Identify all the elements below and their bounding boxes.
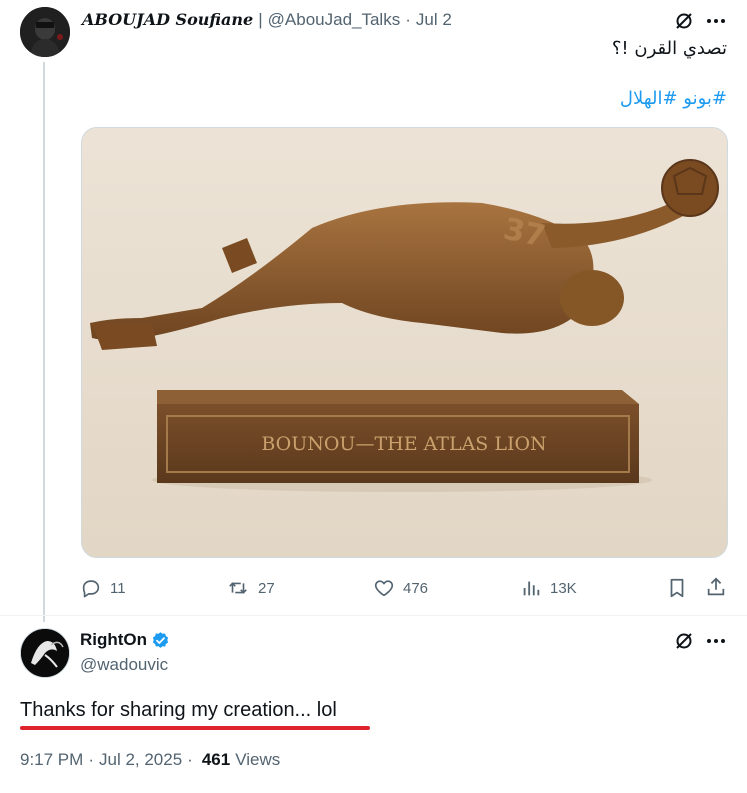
- verified-badge-icon: [152, 631, 169, 648]
- dot-separator: ·: [88, 750, 94, 769]
- tweet-metadata: 9:17 PM · Jul 2, 2025 · 461 Views: [20, 750, 280, 770]
- more-icon[interactable]: [704, 630, 728, 652]
- bookmark-button[interactable]: [667, 577, 687, 599]
- display-name[interactable]: ABOUJAD Soufiane: [82, 10, 253, 29]
- grok-icon[interactable]: [673, 630, 695, 652]
- user-handle[interactable]: @wadouvic: [80, 655, 168, 675]
- dot-separator: ·: [187, 750, 193, 769]
- tweet-divider: [0, 615, 747, 616]
- like-count: 476: [403, 579, 429, 597]
- display-name[interactable]: RightOn: [80, 630, 170, 650]
- tweet-actions-bar: 11 27 476 13K: [0, 573, 747, 601]
- views-count: 461: [201, 750, 231, 769]
- views-count: 13K: [550, 579, 577, 597]
- share-icon: [707, 577, 725, 596]
- retweet-icon: [229, 582, 247, 594]
- reply-button[interactable]: 11: [80, 577, 126, 599]
- grok-icon[interactable]: [673, 10, 695, 32]
- plaque-text: BOUNOU—THE ATLAS LION: [261, 433, 546, 455]
- hashtag-links[interactable]: #بونو #الهلال: [620, 88, 727, 109]
- thread-connector-line: [43, 62, 45, 622]
- more-icon[interactable]: [704, 10, 728, 32]
- tweet-date[interactable]: Jul 2, 2025: [99, 750, 182, 770]
- dot-separator: ·: [405, 10, 411, 29]
- tweet-media-image[interactable]: BOUNOU—THE ATLAS LION 37: [81, 127, 728, 558]
- bookmark-icon: [670, 578, 684, 598]
- views-button[interactable]: 13K: [520, 577, 577, 599]
- tweet-time[interactable]: 9:17 PM: [20, 750, 83, 770]
- red-underline-annotation: [20, 726, 370, 730]
- tweet-text: Thanks for sharing my creation... lol: [20, 699, 337, 721]
- tweet-text: تصدي القرن !؟: [611, 38, 727, 59]
- avatar[interactable]: [20, 7, 70, 57]
- reply-icon: [82, 580, 100, 598]
- retweet-count: 27: [258, 579, 275, 597]
- avatar[interactable]: [20, 628, 70, 678]
- share-button[interactable]: [705, 576, 727, 598]
- like-icon: [374, 580, 394, 597]
- display-name-text[interactable]: RightOn: [80, 630, 147, 650]
- name-separator: |: [258, 10, 263, 29]
- like-button[interactable]: 476: [373, 577, 428, 599]
- retweet-button[interactable]: 27: [226, 577, 275, 599]
- views-icon: [523, 581, 540, 596]
- tweet-date[interactable]: Jul 2: [416, 10, 452, 30]
- tweet-header: ABOUJAD Soufiane | @AbouJad_Talks · Jul …: [82, 10, 452, 30]
- user-handle[interactable]: @AbouJad_Talks: [268, 10, 401, 30]
- views-label: Views: [235, 750, 281, 769]
- reply-count: 11: [110, 579, 126, 597]
